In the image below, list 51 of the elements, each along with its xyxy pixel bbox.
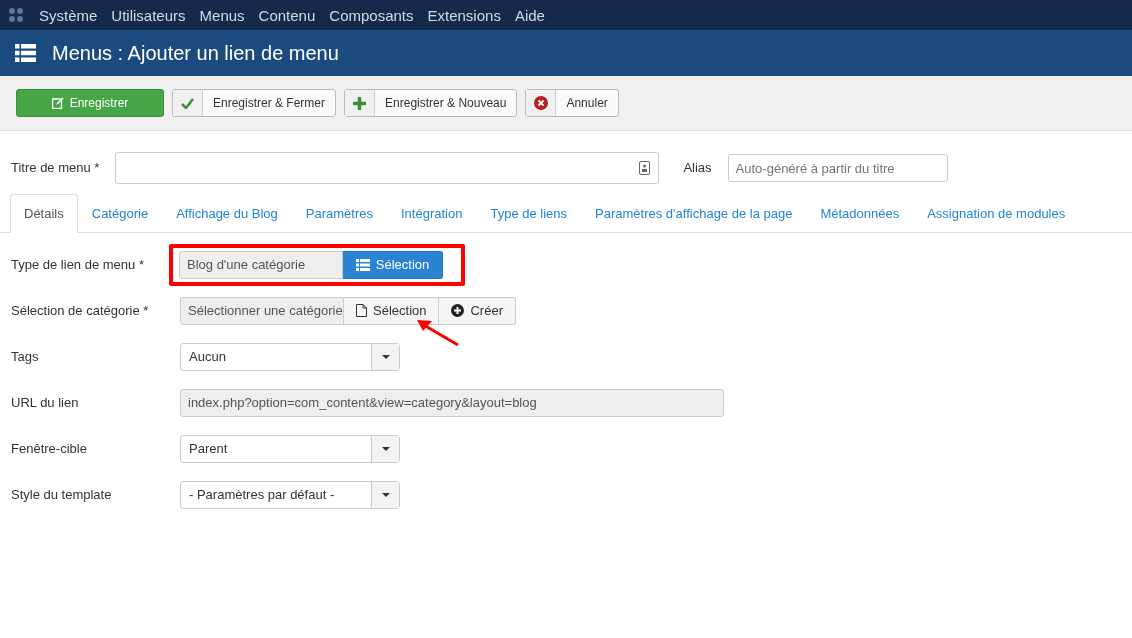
toolbar-button[interactable]: Enregistrer & Nouveau [344, 89, 518, 117]
page-title: Menus : Ajouter un lien de menu [52, 41, 339, 65]
field-label: Tags [10, 347, 40, 366]
field-label: Style du template [10, 485, 113, 504]
list-icon [15, 44, 36, 62]
field-label: Alias [683, 159, 712, 178]
tab[interactable]: Détails [10, 194, 78, 233]
readonly-field: index.php?option=com_content&view=category&layout=blog [180, 388, 724, 417]
list-icon [355, 258, 370, 271]
menu-item[interactable]: Extensions [420, 6, 508, 24]
menu-item[interactable]: Aide [507, 6, 552, 24]
field-label: URL du lien [10, 393, 80, 412]
field-label: Type de lien de menu * [10, 255, 145, 274]
select-button[interactable]: Sélection [343, 250, 443, 279]
contact-card-icon [639, 161, 651, 175]
caret-icon [381, 354, 390, 359]
select-button[interactable]: Créer [439, 296, 516, 325]
check-icon [181, 97, 194, 109]
menu-item[interactable]: Système [32, 6, 105, 24]
field-label: Titre de menu * [11, 159, 100, 178]
menu-item[interactable]: Contenu [251, 6, 323, 24]
caret-icon [381, 492, 390, 497]
plus-icon [353, 96, 367, 110]
document-icon [356, 304, 367, 317]
dropdown[interactable]: - Paramètres par défaut - [180, 480, 400, 509]
dropdown[interactable]: Parent [180, 434, 400, 463]
edit-icon [51, 97, 64, 109]
field-label: Fenêtre-cible [10, 439, 88, 458]
readonly-field: Blog d'une catégorie [179, 250, 343, 279]
toolbar-button[interactable]: Annuler [525, 89, 619, 117]
plus-circle-icon [451, 304, 465, 317]
menu-item[interactable]: Menus [192, 6, 252, 24]
select-button[interactable]: Sélection [344, 296, 440, 325]
readonly-field: Sélectionner une catégorie [180, 296, 344, 325]
menu-item[interactable]: Utilisateurs [104, 6, 193, 24]
alias-input[interactable]: Auto-généré à partir du titre [727, 154, 948, 182]
field-label: Sélection de catégorie * [10, 301, 150, 320]
tab[interactable]: Paramètres [291, 194, 387, 233]
tab[interactable]: Intégration [387, 194, 477, 233]
tab[interactable]: Catégorie [77, 194, 163, 233]
tab[interactable]: Métadonnées [806, 194, 914, 233]
dropdown[interactable]: Aucun [180, 342, 400, 371]
menu-item[interactable]: Composants [322, 6, 421, 24]
tab[interactable]: Affichage du Blog [162, 194, 292, 233]
title-input[interactable] [115, 152, 660, 184]
tab[interactable]: Paramètres d'affichage de la page [581, 194, 807, 233]
tab[interactable]: Assignation de modules [913, 194, 1080, 233]
toolbar-button[interactable]: Enregistrer & Fermer [172, 89, 337, 117]
tab[interactable]: Type de liens [476, 194, 582, 233]
caret-icon [381, 446, 390, 451]
cancel-icon [533, 96, 548, 110]
